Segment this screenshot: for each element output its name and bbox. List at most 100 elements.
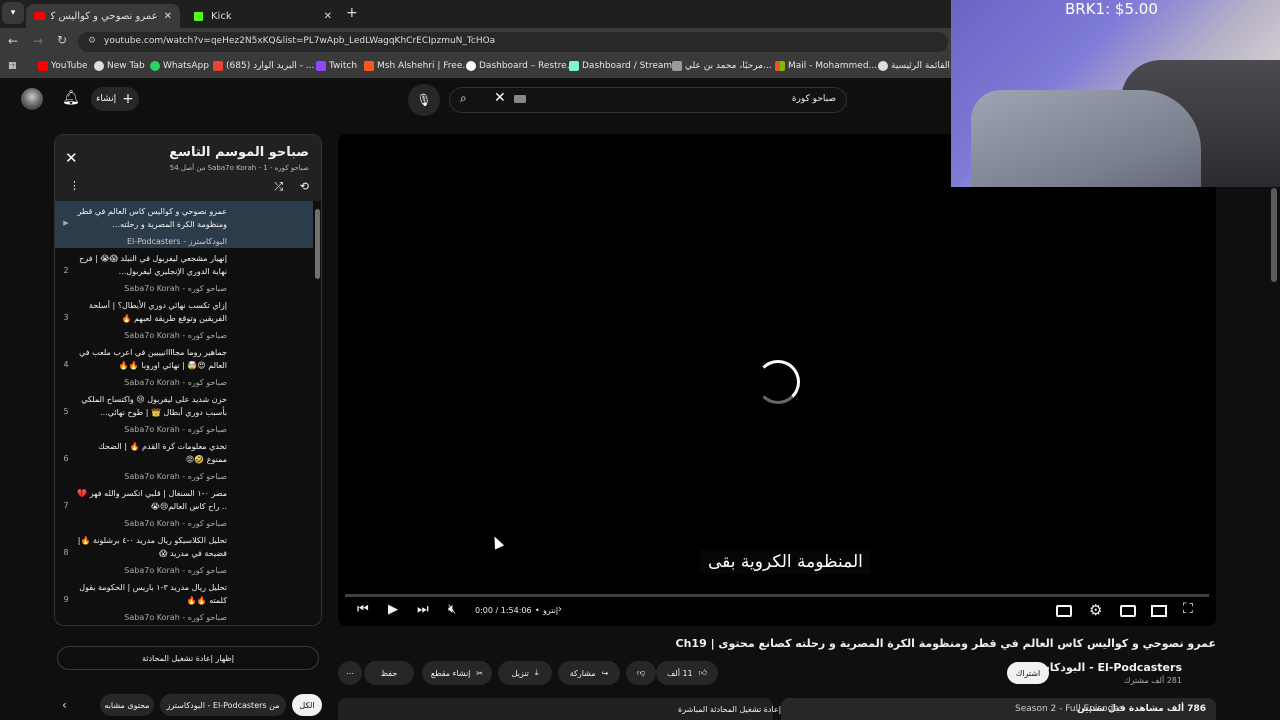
bookmark-whatsapp[interactable]: WhatsApp [150,61,209,71]
playlist-item-channel: صباحو كوره - Saba7o Korah [124,378,227,387]
chevron-right-icon[interactable]: › [558,604,562,615]
bookmark-outlook[interactable]: Mail - Mohammed... [775,61,877,71]
tab-search-icon[interactable]: ▾ [2,2,24,24]
playlist-item-channel: صباحو كوره - Saba7o Korah [124,566,227,575]
playlist-items: ▶ عمرو نصوحي و كواليس كاس العالم في قطر … [55,201,321,625]
playlist-item[interactable]: 7 مصر ٠-١ السنغال | قلبي اتكسر والله فهر… [55,483,313,530]
forward-icon[interactable]: → [33,34,43,48]
miniplayer-icon[interactable] [1120,605,1136,617]
bookmark-twitch[interactable]: Twitch [316,61,357,71]
scrollbar-thumb[interactable] [1271,188,1277,282]
live-chat-replay-panel[interactable]: إعادة تشغيل المحادثة المباشرة [338,698,781,720]
progress-bar[interactable] [345,594,1209,597]
subscribe-button[interactable]: اشتراك [1007,662,1049,684]
more-actions-icon[interactable]: ⋯ [338,661,362,685]
bookmark-msh[interactable]: Msh Alshehri | Free... [364,61,471,71]
new-tab-icon[interactable]: + [346,5,358,21]
download-icon: ⤓ [534,668,539,677]
close-playlist-icon[interactable]: ✕ [65,149,78,167]
chevron-left-icon[interactable]: ‹ [62,698,67,712]
show-chat-replay-button[interactable]: إظهار إعادة تشغيل المحادثة [57,646,319,670]
video-title: عمرو نصوحي و كواليس كاس العالم في قطر وم… [675,637,1216,650]
description-box[interactable]: 786 ألف مشاهدة قبل سنتين Season 2 - Full… [781,698,1216,720]
subscriber-count: 281 ألف مشترك [1123,676,1182,685]
playlist-item-number: 7 [63,501,69,510]
bookmark-new-tab[interactable]: New Tab [94,61,145,71]
playlist-item[interactable]: 4 جماهير روما مجاااانيييين في اعرب ملعب … [55,342,313,389]
create-button[interactable]: + إنشاء [91,87,139,111]
playlist-scrollbar[interactable] [313,201,321,625]
next-icon[interactable]: ⏭︎ [417,602,429,617]
clip-button[interactable]: ✂ إنشاء مقطع [422,661,492,685]
scrollbar-thumb[interactable] [315,209,320,279]
chapter-label[interactable]: إنترو [543,606,558,615]
previous-icon[interactable]: ⏮︎ [357,602,369,617]
search-icon[interactable]: ⌕ [460,91,467,106]
share-button[interactable]: ↪ مشاركة [558,661,620,685]
playlist-item[interactable]: 8 تحليل الكلاسيكو ريال مدريد ٠-٤ برشلونة… [55,530,313,577]
address-bar[interactable]: ⚙ youtube.com/watch?v=qeHez2N5xKQ&list=P… [78,32,948,52]
donation-alert-text: BRK1: $5.00 [1065,0,1158,18]
keyboard-icon[interactable] [514,95,526,103]
browser-tab-youtube[interactable]: عمرو نصوحي و كواليس كاس الن ✕ [26,4,180,28]
notifications-bell-icon[interactable]: 🔔︎ [62,90,80,106]
bookmark-gmail[interactable]: (685) البريد الوارد - ... [213,61,314,71]
season-label: Season 2 - Full Episodes [1015,704,1124,714]
playlist-item-channel: صباحو كوره - Saba7o Korah [124,613,227,622]
playlist-title[interactable]: صباحو الموسم التاسع [169,145,309,160]
playlist-item[interactable]: 5 حزن شديد على ليفربول 😢 واكتساح الملكي … [55,389,313,436]
settings-gear-icon[interactable]: ⚙︎ [1089,601,1102,619]
voice-search-icon[interactable]: 🎙︎ [408,84,440,116]
playlist-item-number: 4 [63,360,69,369]
loop-icon[interactable]: ⟲ [300,180,309,193]
now-playing-icon: ▶ [63,219,69,227]
fullscreen-icon[interactable]: ⛶ [1183,601,1193,617]
shuffle-icon[interactable]: ⤮ [274,180,283,194]
playlist-item[interactable]: 3 إزاي تكسب نهائي دوري الأبطال؟ | أسلحة … [55,295,313,342]
close-tab-icon[interactable]: ✕ [324,11,332,22]
apps-grid-icon[interactable]: ▦ [8,61,17,71]
play-icon[interactable]: ▶︎ [388,602,398,617]
streamlabs-icon [569,61,579,71]
more-options-icon[interactable]: ⋮ [69,179,80,192]
bookmark-home[interactable]: القائمة الرئيسية [878,61,950,71]
mute-icon[interactable]: 🔇︎ [448,602,456,617]
clear-search-icon[interactable]: ✕ [494,90,506,106]
bookmark-restream[interactable]: Dashboard – Restre... [466,61,575,71]
avatar[interactable] [21,88,43,110]
playlist-item-number: 2 [63,266,69,275]
save-button[interactable]: حفظ [364,661,414,685]
theater-mode-icon[interactable] [1151,605,1167,617]
download-button[interactable]: ⤓ تنزيل [498,661,552,685]
globe-icon [94,61,104,71]
whatsapp-icon [150,61,160,71]
playlist-item-number: 5 [63,407,69,416]
bookmark-linkedin[interactable]: مرحبًا، محمد بن علي... [672,61,772,71]
playlist-item[interactable]: ▶ عمرو نصوحي و كواليس كاس العالم في قطر … [55,201,313,248]
like-button[interactable]: 👍︎ 11 ألف [656,661,718,685]
playlist-item-number: 6 [63,454,69,463]
playlist-item[interactable]: 9 تحليل ريال مدريد ٣-١ باريس | الحكومة ب… [55,577,313,624]
back-icon[interactable]: ← [8,34,18,48]
url-text: youtube.com/watch?v=qeHez2N5xKQ&list=PL7… [104,36,496,46]
video-player[interactable]: المنظومة الكروية بقى [338,134,1216,626]
close-tab-icon[interactable]: ✕ [164,11,172,22]
chip-from-channel[interactable]: من El-Podcasters - البودكاسترز [160,694,286,716]
browser-tab-kick[interactable]: Kick ✕ [186,4,340,28]
search-input[interactable]: صباحو كورة [792,94,836,104]
subtitles-icon[interactable] [1056,605,1072,617]
bookmark-streamlabs[interactable]: Dashboard / Stream... [569,61,681,71]
chip-all[interactable]: الكل [292,694,322,716]
playlist-item-title: إزاي تكسب نهائي دوري الأبطال؟ | أسلحة ال… [88,301,227,323]
blanket-shape [971,90,1201,187]
bookmark-youtube[interactable]: YouTube [38,61,88,71]
page-scrollbar[interactable] [1268,180,1280,720]
plus-icon: + [122,91,134,107]
chip-related[interactable]: محتوى مشابه [100,694,154,716]
site-info-icon[interactable]: ⚙ [88,36,96,46]
playlist-item[interactable]: 2 إنهيار مشجعي ليفربول في النيلد 😱😭 | فر… [55,248,313,295]
reload-icon[interactable]: ↻ [57,33,67,47]
dislike-button[interactable]: 👎︎ [626,661,656,685]
playlist-item[interactable]: 6 تحدي معلومات كرة القدم 🔥 | الضحك ممنوع… [55,436,313,483]
youtube-icon [38,61,48,71]
